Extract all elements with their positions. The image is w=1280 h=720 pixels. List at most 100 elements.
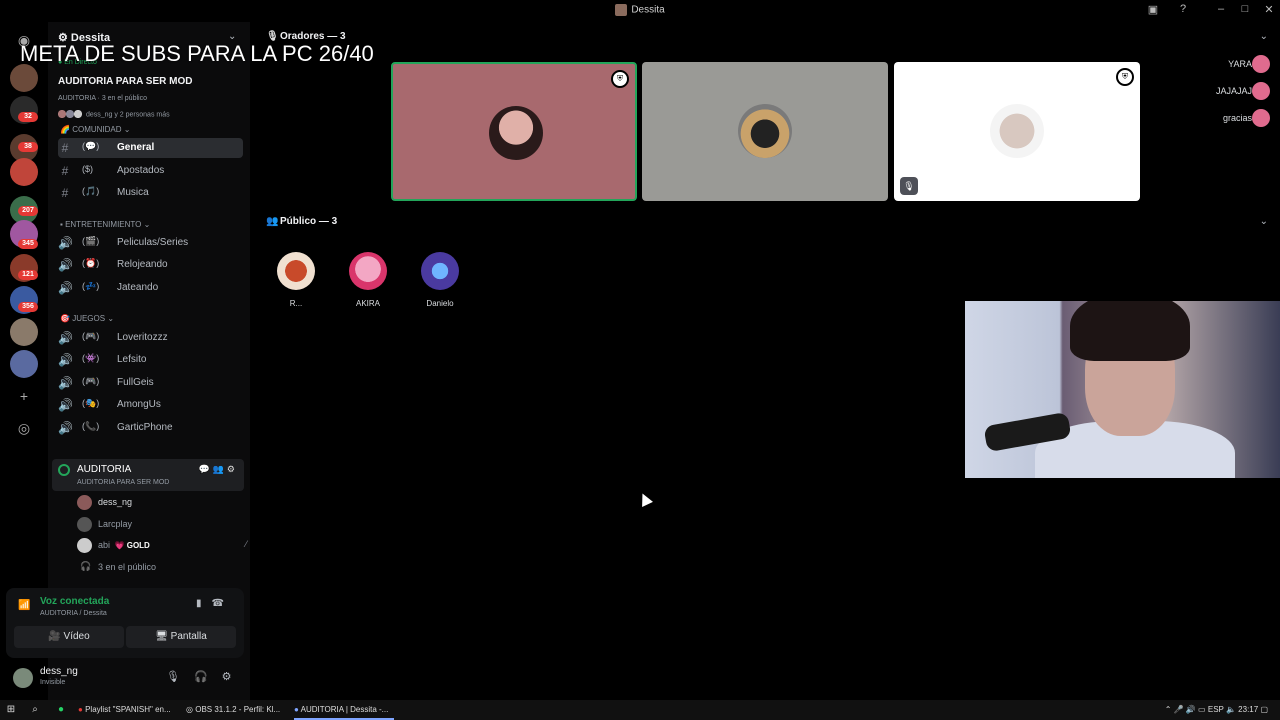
- muted-mic-icon: ⁄: [245, 539, 247, 549]
- user-controls-icons[interactable]: 🎙🎧⚙: [166, 670, 246, 683]
- taskbar-item-obs[interactable]: ◎ OBS 31.1.2 - Perfil: Kl...: [186, 700, 286, 720]
- channel-loveritozzz[interactable]: 🔊 (🎮) Loveritozzz: [58, 328, 243, 348]
- add-server-icon[interactable]: +: [14, 386, 34, 406]
- stage-icon: [58, 464, 70, 476]
- disconnect-tools-icons[interactable]: ▮☎: [196, 598, 234, 609]
- server-icon-dessita[interactable]: [10, 64, 38, 92]
- unread-badge: 356: [18, 302, 38, 312]
- whatsapp-icon[interactable]: ●: [54, 703, 68, 717]
- explore-icon[interactable]: ◎: [14, 418, 34, 438]
- audience-member[interactable]: AKIRA: [338, 252, 398, 308]
- audience-header: 👥 Público — 3: [266, 216, 338, 227]
- avatar: [990, 104, 1044, 158]
- discord-icon: ●: [294, 705, 299, 714]
- avatar: [1252, 55, 1270, 73]
- event-title[interactable]: AUDITORIA PARA SER MOD: [58, 76, 192, 87]
- server-icon[interactable]: [10, 350, 38, 378]
- help-icon[interactable]: ?: [1172, 3, 1194, 15]
- speaker-icon: 🔊: [58, 331, 73, 345]
- event-participants: dess_ng y 2 personas más: [58, 110, 170, 119]
- webcam-overlay: [965, 301, 1280, 478]
- browser-icon: ●: [78, 705, 83, 714]
- moderator-shield-icon: ⛨: [1116, 68, 1134, 86]
- speaker-icon: 🔊: [58, 281, 73, 295]
- avatar: [77, 517, 92, 532]
- stage-channel-auditoria[interactable]: AUDITORIA AUDITORIA PARA SER MOD 💬👥⚙: [52, 459, 244, 491]
- taskbar-item-discord[interactable]: ● AUDITORIA | Dessita -...: [294, 700, 394, 720]
- speaker-tile[interactable]: [642, 62, 888, 201]
- category-entretenimiento[interactable]: ▪ ENTRETENIMIENTO ⌄: [60, 220, 150, 229]
- unread-badge: 121: [18, 270, 38, 280]
- hashtag-icon: #: [61, 186, 69, 200]
- channel-garticphone[interactable]: 🔊 (📞) GarticPhone: [58, 418, 243, 438]
- voice-member[interactable]: abi 💗 GOLD ⁄: [77, 537, 247, 555]
- hashtag-icon: #: [61, 164, 69, 178]
- search-icon[interactable]: ⌕: [28, 703, 42, 717]
- avatar: [77, 495, 92, 510]
- channel-amongus[interactable]: 🔊 (🎭) AmongUs: [58, 395, 243, 415]
- channel-musica[interactable]: # (🎵) Musica: [58, 183, 243, 203]
- channel-relojeando[interactable]: 🔊 (⏰) Relojeando: [58, 255, 243, 275]
- server-icon[interactable]: [10, 318, 38, 346]
- taskbar-item-playlist[interactable]: ● Playlist "SPANISH" en...: [78, 700, 178, 720]
- event-subtitle: AUDITORIA · 3 en el público: [58, 95, 147, 102]
- screen-share-button[interactable]: 🖥 Pantalla: [126, 626, 236, 648]
- minimize-button[interactable]: –: [1210, 3, 1232, 15]
- avatar: [1252, 82, 1270, 100]
- audience-member[interactable]: R...: [266, 252, 326, 308]
- headphones-icon: 🎧: [80, 561, 92, 571]
- hashtag-icon: #: [61, 141, 69, 155]
- unread-badge: 207: [18, 206, 38, 216]
- channel-apostados[interactable]: # ($) Apostados: [58, 161, 243, 181]
- channel-jateando[interactable]: 🔊 (💤) Jateando: [58, 278, 243, 298]
- speaker-tile[interactable]: ⛨: [391, 62, 637, 201]
- stream-overlay-banner: META DE SUBS PARA LA PC 26/40: [20, 41, 374, 66]
- speaker-icon: 🔊: [58, 353, 73, 367]
- channel-tools-icons[interactable]: 💬👥⚙: [199, 464, 238, 475]
- notifications-icon[interactable]: ▢: [1260, 705, 1268, 714]
- muted-mic-icon: 🎙: [900, 177, 918, 195]
- avatar: [349, 252, 387, 290]
- speaker-icon: 🔊: [58, 398, 73, 412]
- close-window-button[interactable]: ✕: [1258, 3, 1280, 16]
- category-comunidad[interactable]: 🌈 COMUNIDAD ⌄: [60, 125, 130, 134]
- title-bar: Dessita ▣ ? – □ ✕: [0, 0, 1280, 22]
- chevron-down-icon[interactable]: ⌄: [1260, 31, 1268, 42]
- unread-badge: 32: [18, 112, 38, 122]
- windows-start-icon[interactable]: ⊞: [4, 703, 18, 717]
- taskbar: ⊞ ⌕ ● ● Playlist "SPANISH" en... ◎ OBS 3…: [0, 700, 1280, 720]
- unread-badge: 345: [18, 239, 38, 249]
- signal-icon: 📶: [18, 600, 31, 611]
- speaker-tile[interactable]: ⛨ 🎙: [894, 62, 1140, 201]
- avatars-icon: [58, 110, 84, 119]
- channel-peliculas-series[interactable]: 🔊 (🎬) Peliculas/Series: [58, 233, 243, 253]
- speaker-icon[interactable]: 🔈: [1226, 705, 1236, 714]
- avatar: [489, 106, 543, 160]
- audience-member[interactable]: Danielo: [410, 252, 470, 308]
- avatar: [1252, 109, 1270, 127]
- obs-icon: ◎: [186, 705, 193, 714]
- channel-fullgeis[interactable]: 🔊 (🎮) FullGeis: [58, 373, 243, 393]
- channel-lefsito[interactable]: 🔊 (👾) Lefsito: [58, 350, 243, 370]
- user-area: dess_ng Invisible 🎙🎧⚙: [0, 660, 250, 700]
- channel-general[interactable]: # (💬) General: [58, 138, 243, 158]
- avatar: [738, 104, 792, 158]
- window-title: Dessita: [0, 4, 1280, 16]
- category-juegos[interactable]: 🎯 JUEGOS ⌄: [60, 314, 114, 323]
- reaction-chip: JAJAJAJ: [1215, 86, 1252, 96]
- video-button[interactable]: 🎥 Vídeo: [14, 626, 124, 648]
- avatar: [77, 538, 92, 553]
- speaker-icon: 🔊: [58, 376, 73, 390]
- system-tray: ⌃ 🎤 🔊 ▭ ESP 🔈 23:17 ▢: [1164, 705, 1268, 714]
- tray-icons[interactable]: ⌃ 🎤 🔊 ▭: [1165, 705, 1206, 714]
- inbox-icon[interactable]: ▣: [1142, 3, 1164, 16]
- chevron-down-icon[interactable]: ⌄: [1260, 216, 1268, 227]
- people-icon: 👥: [266, 216, 279, 227]
- unread-badge: 38: [18, 142, 38, 152]
- server-icon[interactable]: [10, 158, 38, 186]
- avatar[interactable]: [13, 668, 33, 688]
- maximize-button[interactable]: □: [1234, 3, 1256, 15]
- voice-connection-panel: 📶 Voz conectada AUDITORIA / Dessita ▮☎ 🎥…: [6, 588, 244, 658]
- moderator-shield-icon: ⛨: [611, 70, 629, 88]
- speaker-icon: 🔊: [58, 258, 73, 272]
